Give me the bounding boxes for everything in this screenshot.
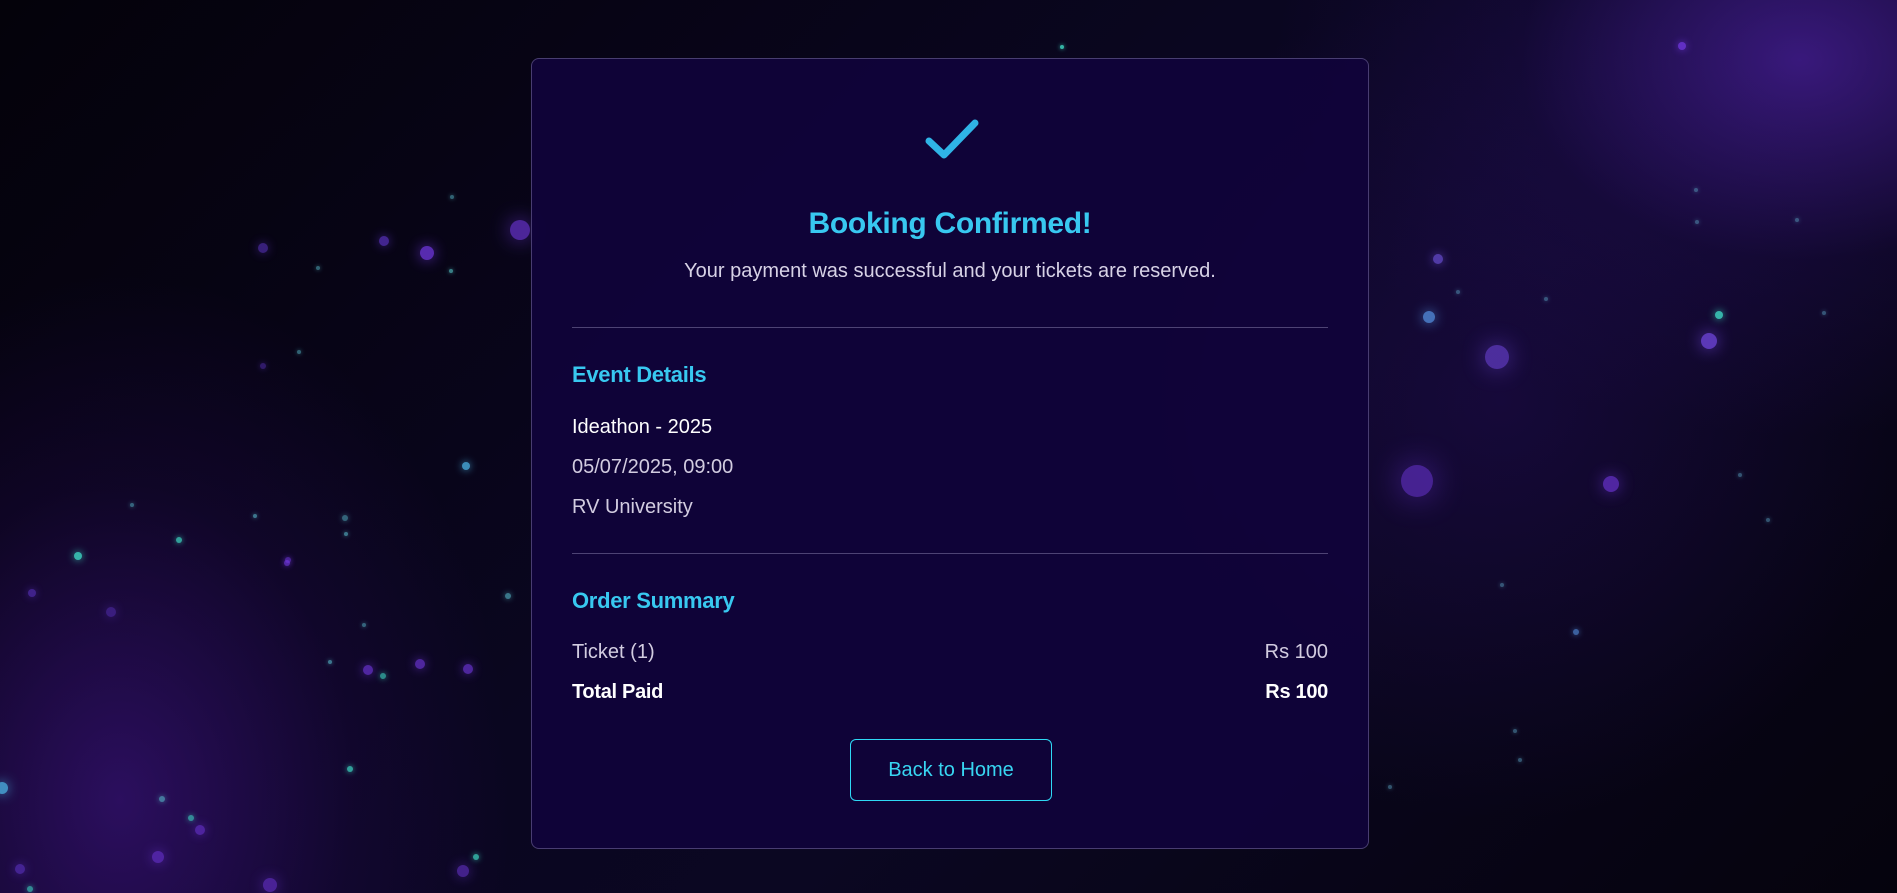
background-particle xyxy=(15,864,25,874)
background-particle xyxy=(463,664,473,674)
divider xyxy=(572,553,1328,554)
ticket-label: Ticket (1) xyxy=(572,641,655,663)
background-particle xyxy=(510,220,530,240)
background-particle xyxy=(1795,218,1799,222)
background-particle xyxy=(106,607,116,617)
background-particle xyxy=(1500,583,1504,587)
event-date-time: 05/07/2025, 09:00 xyxy=(572,456,734,478)
confirmation-subtitle: Your payment was successful and your tic… xyxy=(684,260,1216,282)
booking-confirmation-card: Booking Confirmed! Your payment was succ… xyxy=(531,58,1369,849)
background-particle xyxy=(1766,518,1770,522)
background-particle xyxy=(27,886,33,892)
background-particle xyxy=(130,503,134,507)
background-particle xyxy=(505,593,511,599)
background-particle xyxy=(415,659,425,669)
order-summary-heading: Order Summary xyxy=(572,588,735,613)
background-particle xyxy=(1433,254,1443,264)
event-name: Ideathon - 2025 xyxy=(572,416,713,438)
total-amount: Rs 100 xyxy=(1265,681,1328,703)
ticket-line-item: Ticket (1) Rs 100 xyxy=(572,641,1328,664)
background-particle xyxy=(473,854,479,860)
background-particle xyxy=(297,350,301,354)
background-particle xyxy=(1060,45,1064,49)
background-particle xyxy=(342,515,348,521)
background-particle xyxy=(1485,345,1509,369)
background-particle xyxy=(363,665,373,675)
background-particle xyxy=(1694,188,1698,192)
background-particle xyxy=(1701,333,1717,349)
event-venue: RV University xyxy=(572,496,693,518)
background-particle xyxy=(176,537,182,543)
background-particle xyxy=(1388,785,1392,789)
ticket-amount: Rs 100 xyxy=(1264,641,1328,663)
background-particle xyxy=(1822,311,1826,315)
background-particle xyxy=(0,782,8,794)
background-particle xyxy=(263,878,277,892)
back-to-home-button[interactable]: Back to Home xyxy=(850,739,1052,801)
background-particle xyxy=(1513,729,1517,733)
background-particle xyxy=(253,514,257,518)
background-particle xyxy=(450,195,454,199)
background-particle xyxy=(457,865,469,877)
background-particle xyxy=(188,815,194,821)
background-particle xyxy=(462,462,470,470)
background-particle xyxy=(1603,476,1619,492)
background-particle xyxy=(195,825,205,835)
divider xyxy=(572,327,1328,328)
background-particle xyxy=(1715,311,1723,319)
background-particle xyxy=(1456,290,1460,294)
background-particle xyxy=(74,552,82,560)
background-particle xyxy=(285,557,291,563)
background-particle xyxy=(152,851,164,863)
background-particle xyxy=(1544,297,1548,301)
background-particle xyxy=(1423,311,1435,323)
background-particle xyxy=(344,532,348,536)
background-particle xyxy=(28,589,36,597)
background-particle xyxy=(258,243,268,253)
background-particle xyxy=(420,246,434,260)
background-particle xyxy=(1518,758,1522,762)
background-particle xyxy=(379,236,389,246)
background-particle xyxy=(328,660,332,664)
background-particle xyxy=(260,363,266,369)
confirmation-title: Booking Confirmed! xyxy=(808,207,1092,240)
total-paid-row: Total Paid Rs 100 xyxy=(572,681,1328,704)
event-details-heading: Event Details xyxy=(572,362,707,387)
background-particle xyxy=(1738,473,1742,477)
background-particle xyxy=(316,266,320,270)
background-particle xyxy=(1695,220,1699,224)
background-particle xyxy=(449,269,453,273)
background-particle xyxy=(380,673,386,679)
background-particle xyxy=(159,796,165,802)
background-particle xyxy=(347,766,353,772)
total-label: Total Paid xyxy=(572,681,664,703)
background-particle xyxy=(362,623,366,627)
background-particle xyxy=(1573,629,1579,635)
background-particle xyxy=(1678,42,1686,50)
checkmark-icon xyxy=(924,117,980,163)
background-particle xyxy=(1401,465,1433,497)
